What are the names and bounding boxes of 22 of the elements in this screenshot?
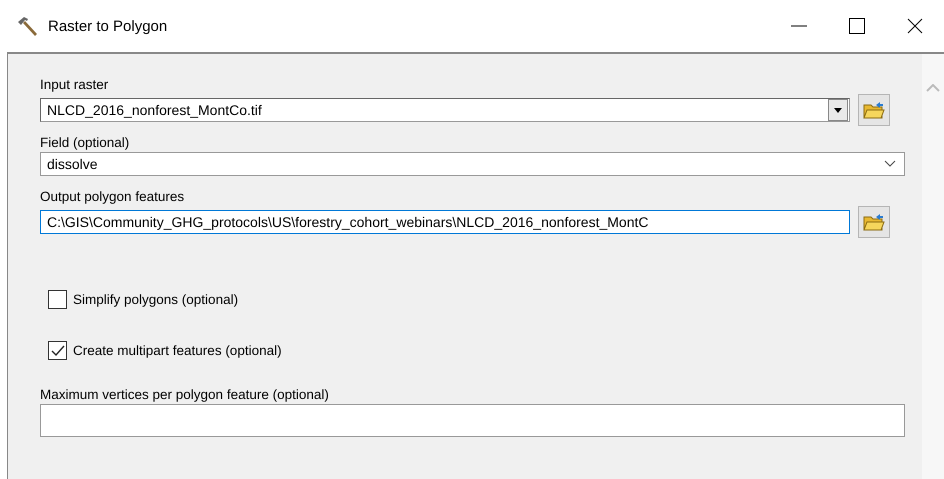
dropdown-field[interactable]: dissolve bbox=[40, 152, 905, 176]
field-label: Field (optional) bbox=[40, 134, 130, 152]
browse-button[interactable] bbox=[858, 94, 890, 126]
close-icon bbox=[907, 18, 923, 34]
hammer-icon bbox=[16, 15, 38, 37]
checkbox-label: Simplify polygons (optional) bbox=[73, 292, 238, 307]
browse-button[interactable] bbox=[858, 206, 890, 238]
chevron-down-icon bbox=[884, 160, 896, 168]
text-field[interactable]: C:\GIS\Community_GHG_protocols\US\forestry_cohort_webinars\NLCD_2016_nonforest_MontC bbox=[40, 210, 850, 234]
folder-icon bbox=[863, 212, 885, 232]
folder-icon bbox=[863, 100, 885, 120]
field-label: Maximum vertices per polygon feature (optional) bbox=[40, 386, 330, 404]
checkbox-label: Create multipart features (optional) bbox=[73, 343, 282, 358]
field-label: Input raster bbox=[40, 76, 110, 94]
window-title: Raster to Polygon bbox=[48, 18, 168, 34]
checkbox[interactable] bbox=[48, 290, 67, 309]
minimize-icon bbox=[791, 25, 807, 27]
maximize-icon bbox=[849, 18, 865, 34]
field-label: Output polygon features bbox=[40, 188, 186, 206]
checkbox[interactable] bbox=[48, 341, 67, 360]
combo-box[interactable]: NLCD_2016_nonforest_MontCo.tif bbox=[40, 98, 850, 122]
text-field[interactable] bbox=[40, 404, 905, 437]
